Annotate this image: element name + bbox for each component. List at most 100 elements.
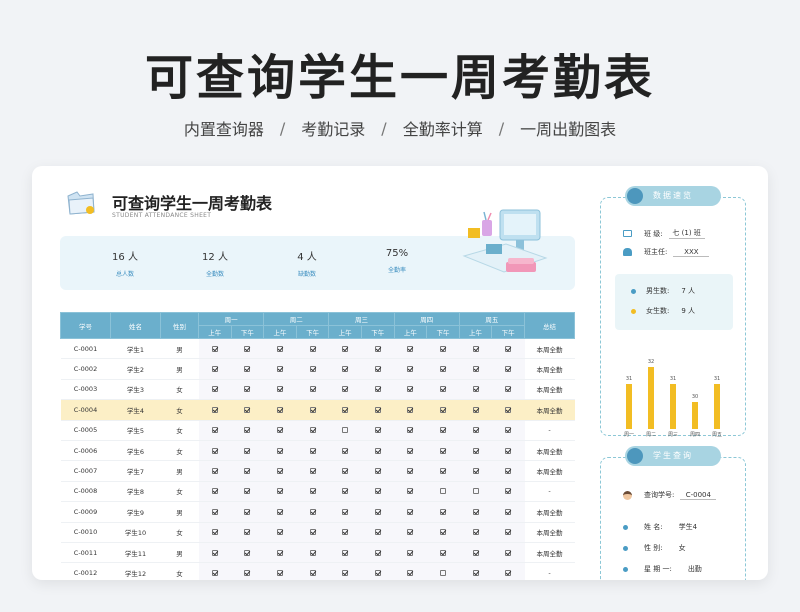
checked-box-icon[interactable] [244, 427, 251, 434]
checked-box-icon[interactable] [342, 468, 349, 475]
checked-box-icon[interactable] [309, 406, 316, 413]
checked-box-icon[interactable] [309, 508, 316, 515]
checked-box-icon[interactable] [505, 447, 512, 454]
checked-box-icon[interactable] [309, 549, 316, 556]
checked-box-icon[interactable] [472, 427, 479, 434]
checked-box-icon[interactable] [211, 488, 218, 495]
checked-box-icon[interactable] [439, 427, 446, 434]
checked-box-icon[interactable] [374, 366, 381, 373]
checked-box-icon[interactable] [374, 569, 381, 576]
checked-box-icon[interactable] [309, 386, 316, 393]
checked-box-icon[interactable] [244, 386, 251, 393]
checked-box-icon[interactable] [244, 345, 251, 352]
checked-box-icon[interactable] [244, 468, 251, 475]
checked-box-icon[interactable] [276, 366, 283, 373]
checked-box-icon[interactable] [342, 488, 349, 495]
checked-box-icon[interactable] [505, 488, 512, 495]
checked-box-icon[interactable] [309, 488, 316, 495]
checked-box-icon[interactable] [211, 447, 218, 454]
checked-box-icon[interactable] [309, 366, 316, 373]
checked-box-icon[interactable] [276, 345, 283, 352]
checked-box-icon[interactable] [505, 468, 512, 475]
checked-box-icon[interactable] [374, 508, 381, 515]
checked-box-icon[interactable] [342, 508, 349, 515]
checked-box-icon[interactable] [505, 366, 512, 373]
checked-box-icon[interactable] [472, 549, 479, 556]
checked-box-icon[interactable] [276, 386, 283, 393]
checked-box-icon[interactable] [472, 345, 479, 352]
empty-box-icon[interactable] [439, 569, 446, 576]
checked-box-icon[interactable] [309, 447, 316, 454]
checked-box-icon[interactable] [309, 345, 316, 352]
checked-box-icon[interactable] [211, 406, 218, 413]
checked-box-icon[interactable] [276, 508, 283, 515]
checked-box-icon[interactable] [244, 569, 251, 576]
checked-box-icon[interactable] [374, 468, 381, 475]
checked-box-icon[interactable] [472, 366, 479, 373]
checked-box-icon[interactable] [439, 447, 446, 454]
checked-box-icon[interactable] [374, 549, 381, 556]
checked-box-icon[interactable] [211, 549, 218, 556]
checked-box-icon[interactable] [439, 345, 446, 352]
checked-box-icon[interactable] [211, 468, 218, 475]
checked-box-icon[interactable] [439, 366, 446, 373]
checked-box-icon[interactable] [407, 366, 414, 373]
checked-box-icon[interactable] [276, 447, 283, 454]
checked-box-icon[interactable] [439, 508, 446, 515]
checked-box-icon[interactable] [439, 468, 446, 475]
checked-box-icon[interactable] [244, 366, 251, 373]
checked-box-icon[interactable] [309, 468, 316, 475]
checked-box-icon[interactable] [505, 549, 512, 556]
query-id-input[interactable]: C-0004 [680, 491, 717, 500]
checked-box-icon[interactable] [211, 386, 218, 393]
checked-box-icon[interactable] [342, 549, 349, 556]
checked-box-icon[interactable] [439, 386, 446, 393]
checked-box-icon[interactable] [276, 549, 283, 556]
checked-box-icon[interactable] [407, 427, 414, 434]
checked-box-icon[interactable] [276, 488, 283, 495]
checked-box-icon[interactable] [244, 406, 251, 413]
checked-box-icon[interactable] [342, 366, 349, 373]
checked-box-icon[interactable] [309, 569, 316, 576]
checked-box-icon[interactable] [309, 427, 316, 434]
checked-box-icon[interactable] [342, 569, 349, 576]
checked-box-icon[interactable] [244, 529, 251, 536]
checked-box-icon[interactable] [244, 508, 251, 515]
checked-box-icon[interactable] [342, 406, 349, 413]
checked-box-icon[interactable] [211, 569, 218, 576]
checked-box-icon[interactable] [244, 488, 251, 495]
checked-box-icon[interactable] [439, 549, 446, 556]
checked-box-icon[interactable] [374, 345, 381, 352]
checked-box-icon[interactable] [439, 529, 446, 536]
checked-box-icon[interactable] [472, 508, 479, 515]
checked-box-icon[interactable] [472, 569, 479, 576]
checked-box-icon[interactable] [342, 345, 349, 352]
checked-box-icon[interactable] [342, 386, 349, 393]
checked-box-icon[interactable] [374, 488, 381, 495]
empty-box-icon[interactable] [472, 488, 479, 495]
checked-box-icon[interactable] [211, 529, 218, 536]
checked-box-icon[interactable] [505, 427, 512, 434]
checked-box-icon[interactable] [472, 529, 479, 536]
checked-box-icon[interactable] [505, 569, 512, 576]
checked-box-icon[interactable] [374, 386, 381, 393]
checked-box-icon[interactable] [439, 406, 446, 413]
checked-box-icon[interactable] [276, 569, 283, 576]
checked-box-icon[interactable] [374, 529, 381, 536]
checked-box-icon[interactable] [276, 468, 283, 475]
checked-box-icon[interactable] [276, 427, 283, 434]
checked-box-icon[interactable] [244, 549, 251, 556]
checked-box-icon[interactable] [211, 345, 218, 352]
checked-box-icon[interactable] [407, 468, 414, 475]
checked-box-icon[interactable] [472, 386, 479, 393]
checked-box-icon[interactable] [342, 529, 349, 536]
checked-box-icon[interactable] [211, 366, 218, 373]
checked-box-icon[interactable] [276, 406, 283, 413]
checked-box-icon[interactable] [374, 406, 381, 413]
empty-box-icon[interactable] [342, 427, 349, 434]
checked-box-icon[interactable] [407, 447, 414, 454]
checked-box-icon[interactable] [505, 386, 512, 393]
checked-box-icon[interactable] [407, 386, 414, 393]
checked-box-icon[interactable] [211, 427, 218, 434]
checked-box-icon[interactable] [407, 345, 414, 352]
